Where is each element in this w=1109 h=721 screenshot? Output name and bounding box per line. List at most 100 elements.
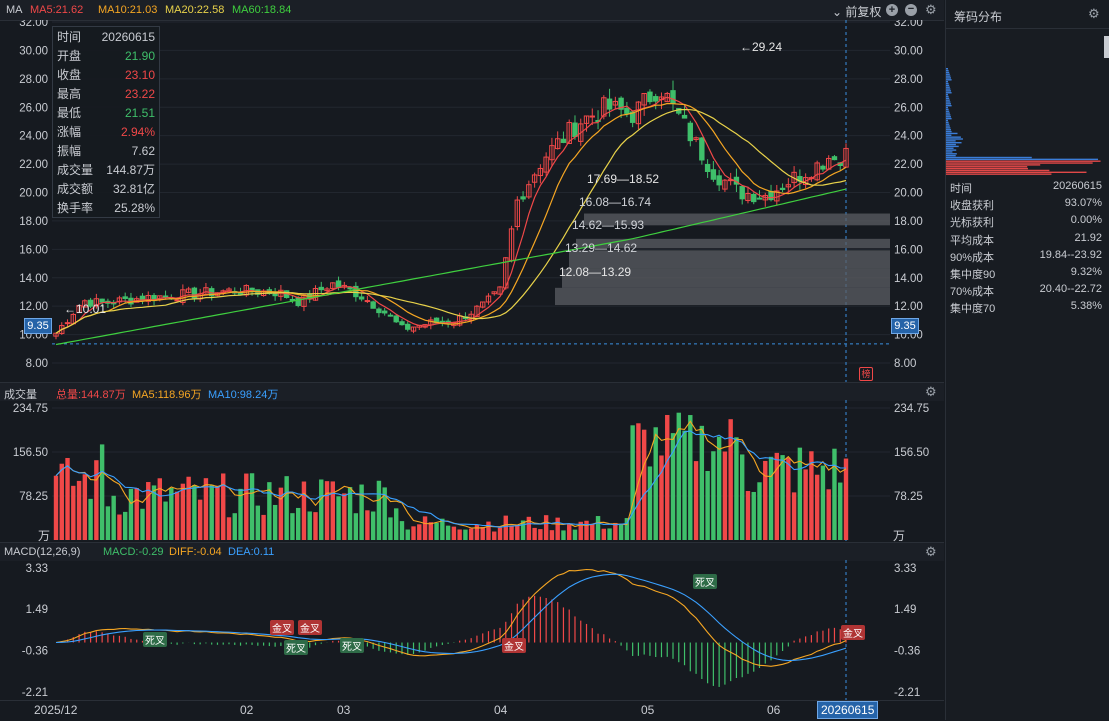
volume-chart[interactable]: 78.25 78.25 156.50 156.50 234.75 234.75 [0, 400, 944, 542]
chip-stat-key: 平均成本 [950, 234, 994, 247]
chip-stat-key: 集中度90 [950, 269, 996, 281]
candle-body [739, 186, 745, 200]
volume-bar [226, 517, 232, 540]
candle-body [358, 296, 365, 300]
y-tick-label: 156.50 [13, 447, 48, 459]
volume-bar [814, 474, 820, 540]
info-row: 换手率 25.28% [53, 198, 159, 217]
candle-body [399, 321, 405, 326]
info-key: 涨幅 [57, 125, 82, 139]
panel-scroll-handle[interactable] [1104, 36, 1109, 58]
volume-ma5-line [55, 420, 847, 529]
chip-bar [946, 68, 948, 70]
chip-bar [946, 110, 950, 112]
volume-bar [192, 485, 197, 540]
chip-bar [946, 166, 1028, 168]
volume-bar [428, 522, 434, 540]
volume-bar [722, 451, 728, 540]
dead-cross-badge: 死叉 [284, 640, 308, 655]
volume-bar [618, 524, 624, 540]
chip-bar [946, 132, 958, 135]
candle-body [751, 193, 757, 203]
info-key: 最低 [57, 106, 82, 120]
current-price-tag-right: 9.35 [891, 318, 919, 334]
info-value: 25.28% [114, 200, 155, 215]
volume-bar [572, 529, 578, 540]
volume-bar [59, 463, 64, 540]
volume-bar [221, 473, 226, 540]
chip-stat-row: 集中度70 5.38% [950, 300, 1102, 316]
volume-bar [468, 528, 474, 540]
volume-bar [330, 481, 335, 540]
volume-bar [445, 525, 451, 540]
gear-icon[interactable]: ⚙ [925, 2, 937, 18]
chip-bar [946, 149, 957, 151]
info-row: 最高 23.22 [53, 84, 159, 103]
volume-bar [307, 511, 312, 540]
chip-bar [946, 151, 953, 153]
info-value: 7.62 [131, 143, 155, 158]
volume-bar [99, 444, 105, 540]
chip-bar [946, 127, 951, 129]
volume-bar [388, 517, 393, 540]
info-value: 2.94% [120, 124, 155, 139]
current-price-tag-left: 9.35 [24, 318, 52, 334]
gear-icon[interactable]: ⚙ [925, 384, 937, 400]
chip-stat-value: 21.92 [1074, 231, 1102, 244]
volume-bar [803, 469, 808, 540]
chip-bar [946, 101, 951, 103]
y-tick-label: 3.33 [26, 563, 48, 575]
chevron-down-icon: ⌄ [832, 5, 843, 19]
chip-bar [946, 160, 1101, 162]
chip-stat-row: 平均成本 21.92 [950, 232, 1102, 248]
volume-bar [780, 455, 785, 540]
volume-bar [255, 505, 261, 540]
zoom-in-icon[interactable]: + [886, 4, 898, 16]
volume-bar [791, 492, 797, 540]
rank-badge[interactable]: 榜 [859, 367, 873, 381]
adjust-dropdown[interactable]: ⌄ 前复权 [832, 3, 881, 20]
macd-value: MACD:-0.29 [103, 546, 164, 558]
chip-bar [946, 82, 949, 85]
candle-body [335, 280, 342, 288]
gear-icon[interactable]: ⚙ [925, 544, 937, 560]
volume-bar [734, 437, 739, 540]
candle-body [779, 187, 786, 191]
y-tick-label: 24.00 [894, 131, 923, 143]
candle-body [820, 165, 826, 170]
chip-stat-row: 90%成本 19.84--23.92 [950, 249, 1102, 265]
volume-bar [492, 531, 497, 540]
volume-bar [584, 520, 589, 540]
candle-body [647, 91, 653, 103]
info-row: 开盘 21.90 [53, 46, 159, 65]
chip-bar [946, 86, 950, 88]
y-tick-label: 22.00 [19, 159, 48, 171]
volume-bar [561, 530, 566, 540]
volume-bar [740, 454, 745, 540]
volume-bar [820, 465, 826, 540]
candle-body [64, 322, 71, 325]
y-tick-label: 18.00 [894, 216, 923, 228]
chip-bar [946, 105, 952, 107]
adjust-label: 前复权 [845, 5, 882, 19]
chip-bar [946, 142, 962, 144]
zoom-out-icon[interactable]: − [905, 4, 917, 16]
info-value: 21.90 [124, 48, 155, 63]
volume-bar [567, 524, 572, 540]
gear-icon[interactable]: ⚙ [1088, 6, 1100, 22]
y-tick-label: 234.75 [13, 403, 48, 415]
candle-body [318, 286, 324, 291]
chip-bar [946, 93, 948, 96]
chip-bar [946, 169, 1050, 172]
volume-bar [543, 515, 549, 540]
volume-bar [284, 476, 289, 540]
info-row: 成交量 144.87万 [53, 160, 159, 179]
volume-bar [128, 488, 134, 540]
golden-cross-badge: 金叉 [298, 620, 322, 635]
chip-bar [946, 147, 954, 149]
volume-bar [111, 495, 116, 540]
macd-chart[interactable]: 3.33 3.33 1.49 1.49 -0.36 -0.36 -2.21 -2.21 [0, 560, 944, 700]
chip-bar [946, 158, 1099, 161]
candle-body [393, 315, 399, 323]
chip-stat-key: 收盘获利 [950, 200, 994, 213]
